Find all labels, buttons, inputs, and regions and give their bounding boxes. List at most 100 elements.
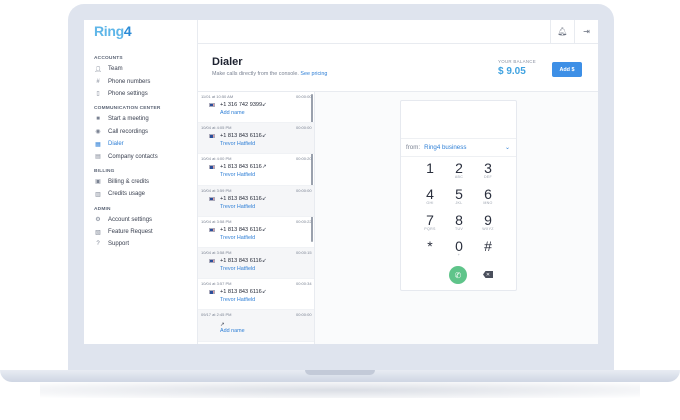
sidebar-item-feature-request[interactable]: ▧ Feature Request <box>84 226 197 238</box>
call-history-item[interactable]: 10/04 at 4:05 PM 00:00:00 +1 813 843 6116 ↙… <box>198 123 314 155</box>
from-number-select[interactable]: from: Ring4 business ⌄ <box>401 139 516 157</box>
contact-name[interactable]: Trevor Hatfield <box>220 204 255 210</box>
key-5[interactable]: 5 JKL <box>444 187 474 211</box>
call-button[interactable]: ✆ <box>449 266 467 284</box>
key-3[interactable]: 3 DEF <box>473 161 503 185</box>
key-digit: 1 <box>426 160 434 176</box>
key-letters: GHI <box>426 201 434 205</box>
key-letters: TUV <box>454 227 464 231</box>
call-history-list: 11/01 at 10:50 AM 00:00:00 +1 316 742 9399… <box>198 92 315 344</box>
call-duration: 00:00:22 <box>296 218 312 224</box>
sidebar-item-account-settings[interactable]: ⚙ Account settings <box>84 214 197 226</box>
logo-text: Ring <box>94 23 124 39</box>
key-1[interactable]: 1 <box>415 161 445 185</box>
contact-name[interactable]: Trevor Hatfield <box>220 172 255 178</box>
key-digit: 4 <box>426 186 434 202</box>
sidebar-item-label: Account settings <box>108 216 153 223</box>
page-header: Dialer Make calls directly from the cons… <box>198 44 598 92</box>
us-flag-icon <box>209 134 215 139</box>
logout-button[interactable]: ⇥ <box>574 20 598 43</box>
key-hash[interactable]: # <box>473 239 503 263</box>
subtitle-text: Make calls directly from the console. <box>212 71 299 77</box>
call-duration: 00:00:00 <box>296 312 312 318</box>
key-letters: PQRS <box>424 227 436 231</box>
see-pricing-link[interactable]: See pricing <box>300 71 327 77</box>
sidebar-item-label: Phone settings <box>108 90 148 97</box>
call-time: 10/04 at 3:59 PM <box>201 187 232 193</box>
sidebar-item-start-a-meeting[interactable]: ■ Start a meeting <box>84 113 197 125</box>
logo-number: 4 <box>123 23 132 39</box>
backspace-button[interactable]: ✕ <box>483 271 493 278</box>
call-history-item[interactable]: 10/04 at 3:58 PM 00:00:22 +1 813 843 6116 ↙… <box>198 217 314 248</box>
call-history-item[interactable]: 10/04 at 3:57 PM 00:00:34 +1 813 843 6116 ↙… <box>198 279 314 311</box>
key-8[interactable]: 8 TUV <box>444 213 474 237</box>
balance-value: $ 9.05 <box>498 66 526 77</box>
notifications-button[interactable]: 🔔︎ <box>550 20 574 43</box>
contacts-icon: ▤ <box>95 154 101 161</box>
call-history-item[interactable]: 10/04 at 4:00 PM 00:00:20 +1 813 843 6116 ↗… <box>198 154 314 186</box>
key-9[interactable]: 9 WXYZ <box>473 213 503 237</box>
call-history-item[interactable]: 10/04 at 3:58 PM 00:00:15 +1 813 843 6116 ↙… <box>198 247 314 280</box>
add-name-link[interactable]: Add name <box>220 110 245 116</box>
key-letters: DEF <box>483 175 493 179</box>
sidebar-item-billing-credits[interactable]: ▣ Billing & credits <box>84 176 197 188</box>
key-digit: 2 <box>455 160 463 176</box>
number-display[interactable] <box>401 101 516 139</box>
contact-name[interactable]: Trevor Hatfield <box>220 235 255 241</box>
incoming-call-icon: ↙ <box>262 257 267 264</box>
sidebar-item-team[interactable]: 👤︎ Team <box>84 63 197 75</box>
video-icon: ■ <box>96 116 100 123</box>
call-time: 11/01 at 10:50 AM <box>201 94 234 99</box>
balance-label: YOUR BALANCE <box>498 59 537 64</box>
laptop-mockup: Ring4 ACCOUNTS 👤︎ Team # Phone numbers ▯ Phone… <box>0 0 680 420</box>
contact-name[interactable]: Trevor Hatfield <box>220 266 255 272</box>
key-digit: * <box>427 238 433 254</box>
key-7[interactable]: 7 PQRS <box>415 213 445 237</box>
ring4-logo[interactable]: Ring4 <box>84 20 197 44</box>
key-0[interactable]: 0 + <box>444 239 474 263</box>
top-bar: 🔔︎ ⇥ <box>198 20 598 44</box>
contact-name[interactable]: Trevor Hatfield <box>220 297 255 303</box>
sidebar-item-call-recordings[interactable]: ◉ Call recordings <box>84 126 197 138</box>
key-2[interactable]: 2 ABC <box>444 161 474 185</box>
call-number: +1 813 843 6116 <box>220 257 262 264</box>
call-history-item[interactable]: 09/17 at 2:45 PM 00:00:00 ↗ Add name <box>198 310 314 342</box>
call-number: +1 813 843 6116 <box>220 164 262 171</box>
call-duration: 00:00:15 <box>296 249 312 255</box>
call-history-item[interactable]: 11/01 at 10:50 AM 00:00:00 +1 316 742 9399… <box>198 92 314 124</box>
key-star[interactable]: * <box>415 239 445 263</box>
backspace-icon: ✕ <box>485 271 491 278</box>
sidebar-item-company-contacts[interactable]: ▤ Company contacts <box>84 150 197 162</box>
call-duration: 00:00:00 <box>296 187 312 193</box>
dialer-content: 11/01 at 10:50 AM 00:00:00 +1 316 742 9399… <box>198 92 598 344</box>
key-6[interactable]: 6 MNO <box>473 187 503 211</box>
sidebar-item-label: Support <box>108 241 130 248</box>
call-history-item[interactable]: 09/17 at 12:05 PM 00:00:00 <box>198 342 314 345</box>
sidebar-item-phone-numbers[interactable]: # Phone numbers <box>84 75 197 87</box>
cart-icon: ▣ <box>95 179 101 186</box>
key-digit: 5 <box>455 186 463 202</box>
laptop-notch <box>305 370 375 375</box>
us-flag-icon <box>209 103 215 107</box>
incoming-call-icon: ↙ <box>262 289 267 296</box>
sidebar-item-label: Company contacts <box>108 153 158 160</box>
sidebar-item-support[interactable]: ? Support <box>84 238 197 250</box>
call-history-item[interactable]: 10/04 at 3:59 PM 00:00:00 +1 813 843 6116 ↙… <box>198 185 314 217</box>
key-letters: + <box>457 253 461 257</box>
add-funds-button[interactable]: Add $ <box>552 62 582 77</box>
key-4[interactable]: 4 GHI <box>415 187 445 211</box>
phone-call-icon: ✆ <box>454 270 462 280</box>
sidebar-item-dialer[interactable]: ▦ Dialer <box>84 138 197 150</box>
sidebar-item-credits-usage[interactable]: ▥ Credits usage <box>84 188 197 200</box>
from-label: from: <box>406 144 421 151</box>
gear-icon: ⚙ <box>95 217 101 224</box>
sidebar-item-label: Team <box>108 66 123 73</box>
call-number: +1 813 843 6116 <box>220 226 262 233</box>
page-subtitle: Make calls directly from the console. Se… <box>212 71 327 77</box>
sidebar-item-phone-settings[interactable]: ▯ Phone settings <box>84 88 197 100</box>
add-name-link[interactable]: Add name <box>220 328 245 334</box>
contact-name[interactable]: Trevor Hatfield <box>220 141 255 147</box>
call-time: 09/17 at 12:05 PM <box>201 344 234 345</box>
call-number: +1 316 742 9399 <box>220 102 263 108</box>
call-number: +1 813 843 6116 <box>220 195 262 202</box>
